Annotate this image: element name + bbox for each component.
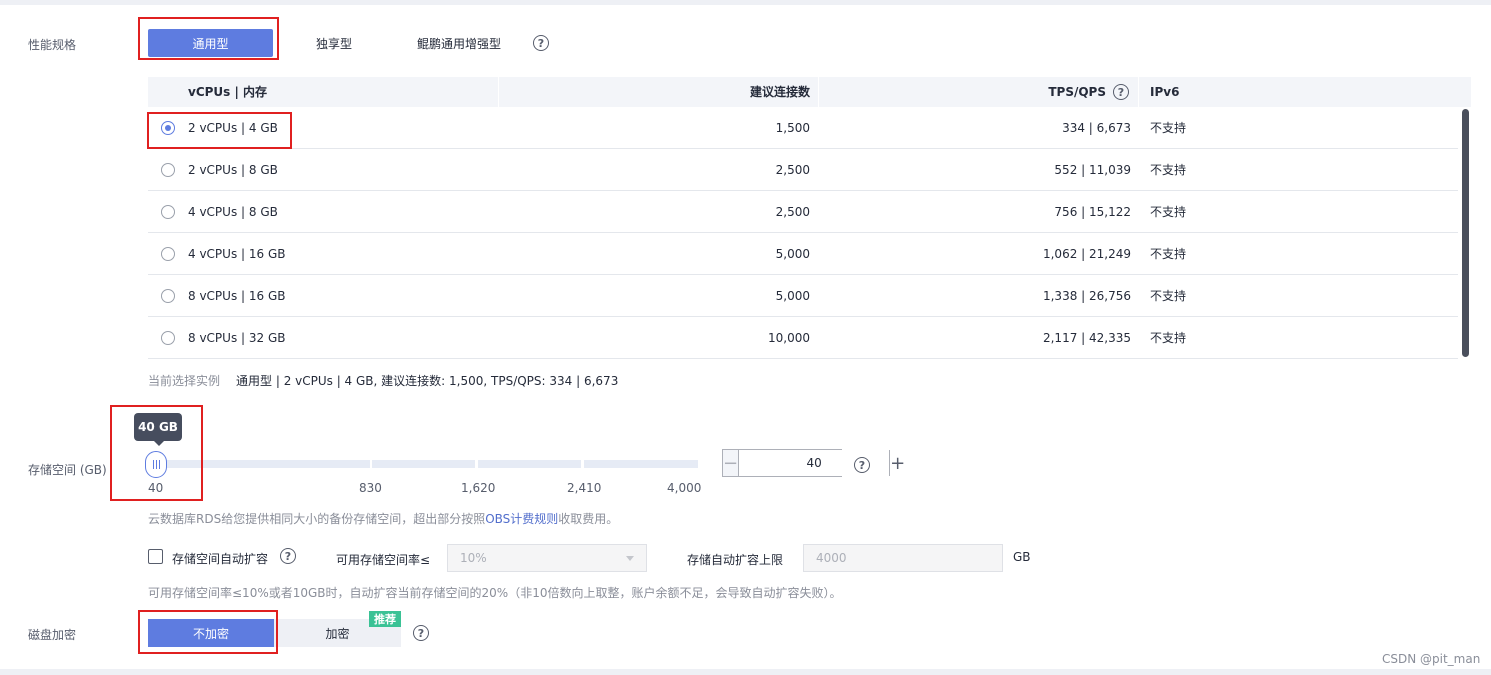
storage-note-suffix: 收取费用。 [558, 512, 619, 526]
question-circle-icon[interactable]: ? [854, 457, 870, 473]
table-row[interactable]: 4 vCPUs | 16 GB 5,000 1,062 | 21,249 不支持 [148, 233, 1458, 275]
row-radio[interactable] [161, 121, 175, 135]
rate-label: 可用存储空间率≤ [336, 553, 431, 567]
table-row[interactable]: 8 vCPUs | 16 GB 5,000 1,338 | 26,756 不支持 [148, 275, 1458, 317]
question-circle-icon[interactable]: ? [533, 35, 549, 51]
current-selection: 当前选择实例 通用型 | 2 vCPUs | 4 GB, 建议连接数: 1,500… [148, 372, 618, 389]
grip-line [158, 460, 160, 469]
th-connections: 建议连接数 [749, 85, 810, 99]
slider-tooltip: 40 GB [134, 413, 182, 446]
cell-cpu-mem: 2 vCPUs | 8 GB [188, 163, 278, 177]
current-selection-value: 通用型 | 2 vCPUs | 4 GB, 建议连接数: 1,500, TPS/… [236, 374, 619, 388]
slider-handle[interactable] [145, 451, 167, 478]
cell-cpu-mem: 8 vCPUs | 32 GB [188, 331, 286, 345]
table-row[interactable]: 2 vCPUs | 8 GB 2,500 552 | 11,039 不支持 [148, 149, 1458, 191]
question-circle-icon[interactable]: ? [280, 548, 296, 564]
row-radio[interactable] [161, 331, 175, 345]
cell-ipv6: 不支持 [1150, 289, 1187, 303]
slider-tick-label: 40 [148, 481, 164, 495]
slider-track-segment[interactable] [584, 460, 698, 468]
slider-track-segment[interactable] [478, 460, 581, 468]
limit-input[interactable]: 4000 [803, 544, 1003, 572]
row-radio[interactable] [161, 289, 175, 303]
recommend-badge: 推荐 [369, 611, 401, 627]
watermark: CSDN @pit_man [1382, 652, 1481, 666]
limit-unit: GB [1013, 550, 1031, 564]
limit-label: 存储自动扩容上限 [687, 553, 784, 567]
row-radio[interactable] [161, 163, 175, 177]
cell-tps-qps: 1,062 | 21,249 [1042, 247, 1131, 261]
encryption-label: 磁盘加密 [28, 628, 77, 642]
cell-tps-qps: 756 | 15,122 [1054, 205, 1131, 219]
th-tps-qps: TPS/QPS [1048, 85, 1106, 99]
storage-note: 云数据库RDS给您提供相同大小的备份存储空间，超出部分按照OBS计费规则收取费用… [148, 510, 618, 527]
slider-track-segment[interactable] [148, 460, 370, 468]
cell-ipv6: 不支持 [1150, 163, 1187, 177]
cell-cpu-mem: 4 vCPUs | 8 GB [188, 205, 278, 219]
cell-ipv6: 不支持 [1150, 247, 1187, 261]
obs-billing-link[interactable]: OBS计费规则 [485, 512, 558, 526]
cell-connections: 1,500 [775, 121, 810, 135]
cell-tps-qps: 1,338 | 26,756 [1042, 289, 1131, 303]
table-row[interactable]: 2 vCPUs | 4 GB 1,500 334 | 6,673 不支持 [148, 107, 1458, 149]
cell-connections: 5,000 [775, 289, 810, 303]
th-cpu-mem: vCPUs | 内存 [188, 85, 268, 99]
row-radio[interactable] [161, 205, 175, 219]
slider-tick-label: 2,410 [567, 481, 602, 495]
storage-label: 存储空间 (GB) [28, 463, 107, 477]
autoscale-note: 可用存储空间率≤10%或者10GB时，自动扩容当前存储空间的20%（非10倍数向… [148, 586, 842, 600]
cell-connections: 2,500 [775, 163, 810, 177]
cell-tps-qps: 552 | 11,039 [1054, 163, 1131, 177]
rate-select[interactable]: 10% [447, 544, 647, 572]
storage-note-prefix: 云数据库RDS给您提供相同大小的备份存储空间，超出部分按照 [148, 512, 486, 526]
question-circle-icon[interactable]: ? [1113, 84, 1129, 100]
slider-track-segment[interactable] [372, 460, 475, 468]
cell-tps-qps: 2,117 | 42,335 [1042, 331, 1131, 345]
slider-tick-label: 1,620 [461, 481, 496, 495]
table-header: vCPUs | 内存 建议连接数 TPS/QPS ? IPv6 [148, 77, 1471, 107]
cell-connections: 10,000 [768, 331, 810, 345]
cell-cpu-mem: 4 vCPUs | 16 GB [188, 247, 286, 261]
question-circle-icon[interactable]: ? [413, 625, 429, 641]
chevron-down-icon [626, 556, 634, 561]
table-scrollbar[interactable] [1462, 109, 1469, 357]
cell-ipv6: 不支持 [1150, 331, 1187, 345]
cell-cpu-mem: 2 vCPUs | 4 GB [188, 121, 278, 135]
autoscale-label: 存储空间自动扩容 [172, 552, 269, 566]
no-encryption-button[interactable]: 不加密 [148, 619, 274, 647]
tab-kunpeng[interactable]: 鲲鹏通用增强型 [406, 29, 512, 57]
top-border [0, 0, 1491, 5]
cell-connections: 5,000 [775, 247, 810, 261]
bottom-border [0, 669, 1491, 675]
slider-tick-label: 4,000 [667, 481, 702, 495]
slider-tick-label: 830 [359, 481, 382, 495]
row-radio[interactable] [161, 247, 175, 261]
grip-line [152, 460, 154, 469]
cell-ipv6: 不支持 [1150, 121, 1187, 135]
tab-dedicated[interactable]: 独享型 [296, 29, 372, 57]
increment-button[interactable]: + [889, 450, 905, 476]
grip-line [155, 460, 157, 469]
storage-stepper: − + [722, 449, 905, 477]
table-row[interactable]: 8 vCPUs | 32 GB 10,000 2,117 | 42,335 不支… [148, 317, 1458, 359]
table-row[interactable]: 4 vCPUs | 8 GB 2,500 756 | 15,122 不支持 [148, 191, 1458, 233]
cell-ipv6: 不支持 [1150, 205, 1187, 219]
current-selection-label: 当前选择实例 [148, 374, 221, 388]
header-divider [1138, 77, 1139, 107]
tab-general[interactable]: 通用型 [148, 29, 273, 57]
cell-tps-qps: 334 | 6,673 [1062, 121, 1131, 135]
cell-connections: 2,500 [775, 205, 810, 219]
spec-label: 性能规格 [28, 38, 77, 52]
rate-select-value: 10% [460, 551, 487, 565]
th-ipv6: IPv6 [1150, 85, 1180, 99]
cell-cpu-mem: 8 vCPUs | 16 GB [188, 289, 286, 303]
decrement-button[interactable]: − [723, 450, 740, 476]
autoscale-checkbox[interactable] [148, 549, 163, 564]
